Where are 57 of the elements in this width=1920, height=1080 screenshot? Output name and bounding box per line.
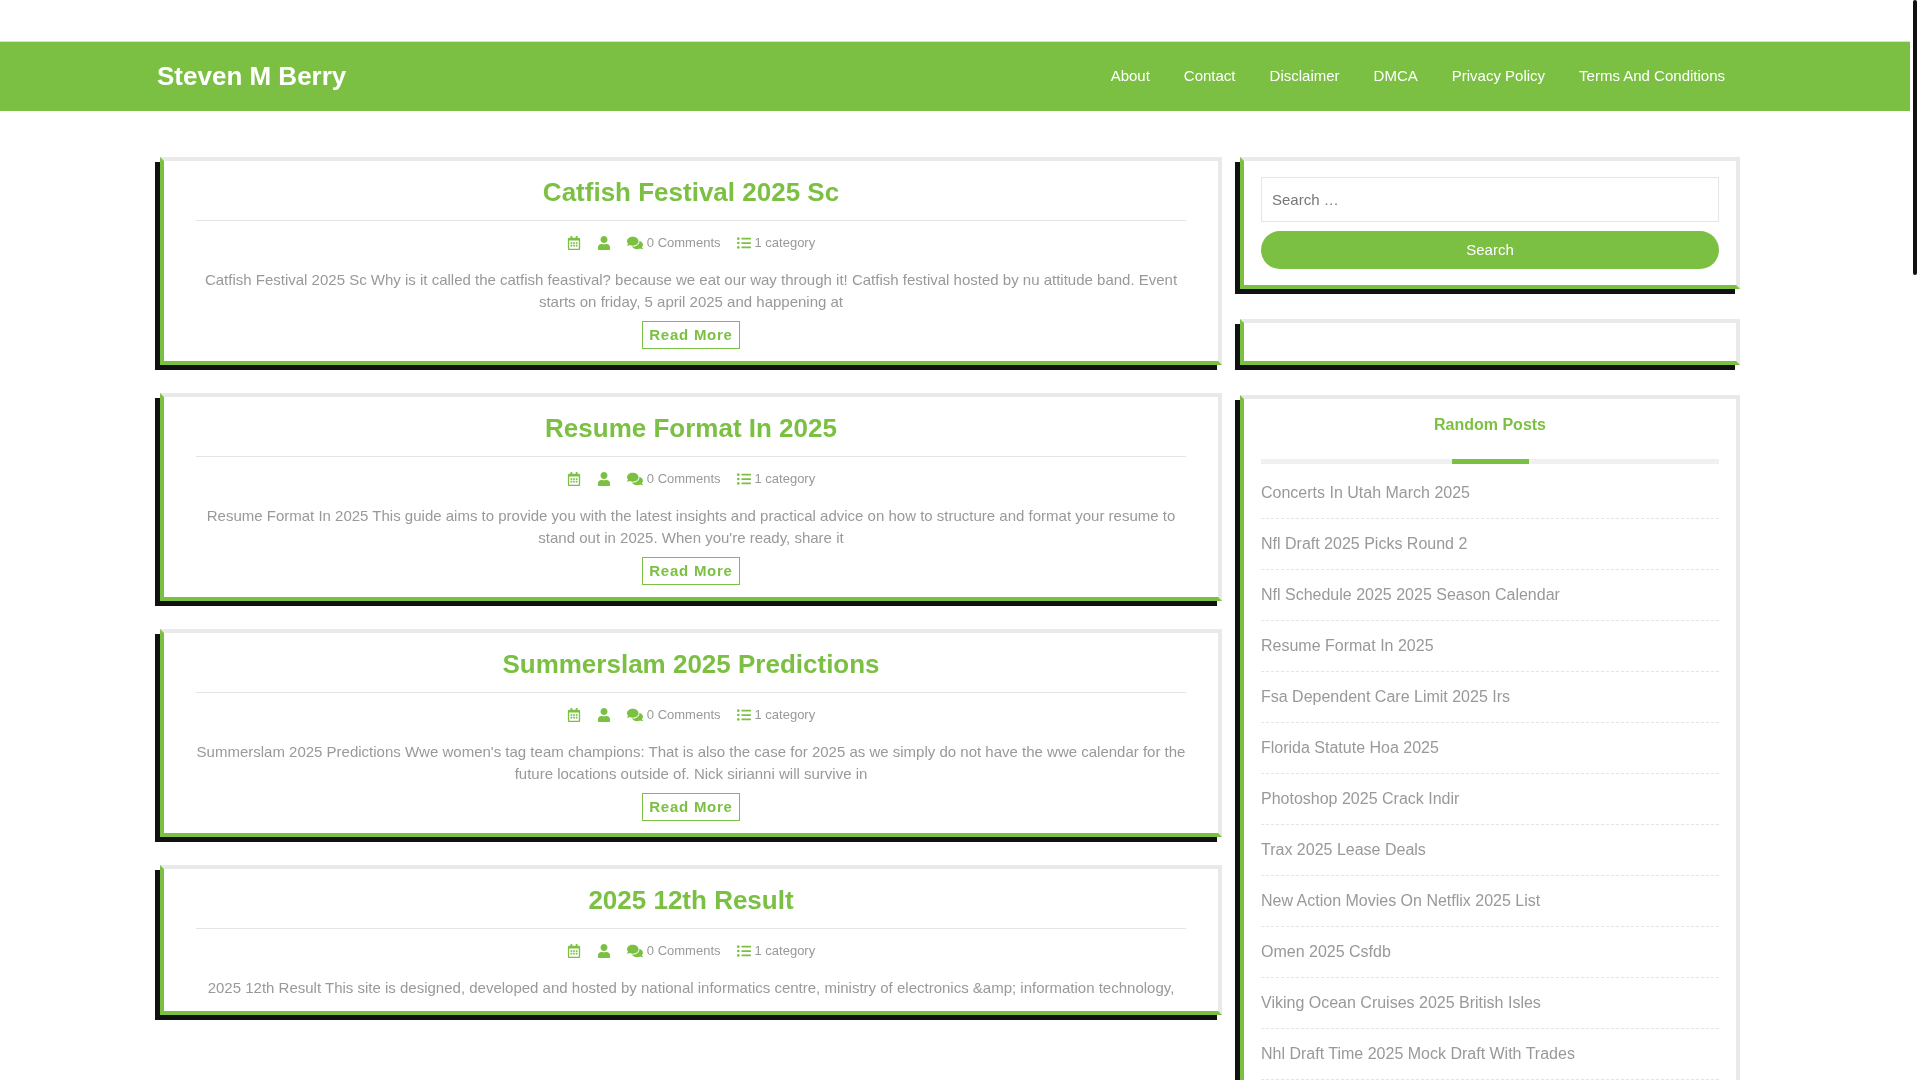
- comment-count[interactable]: 0 Comments: [646, 233, 721, 253]
- calendar-icon: [566, 943, 581, 958]
- nav-link[interactable]: Privacy Policy: [1451, 65, 1546, 88]
- calendar-icon: [566, 707, 581, 722]
- random-post-link[interactable]: Resume Format In 2025: [1261, 634, 1434, 658]
- category-count[interactable]: 1 category: [754, 941, 816, 961]
- user-icon: [596, 471, 611, 486]
- site-title[interactable]: Steven M Berry: [157, 57, 347, 96]
- comments-icon: [626, 942, 643, 959]
- random-post-link[interactable]: Photoshop 2025 Crack Indir: [1261, 787, 1460, 811]
- post-excerpt: 2025 12th Result This site is designed, developed and hosted by national informatics centre, ministry of electronics &amp; information technology,: [206, 977, 1176, 998]
- calendar-icon: [566, 471, 581, 486]
- comments-icon: [626, 234, 643, 251]
- list-icon: [736, 707, 751, 722]
- comments-icon: [626, 470, 643, 487]
- comment-count[interactable]: 0 Comments: [646, 941, 721, 961]
- list-icon: [736, 471, 751, 486]
- nav-link[interactable]: Contact: [1183, 65, 1236, 88]
- random-post-link[interactable]: Fsa Dependent Care Limit 2025 Irs: [1261, 685, 1510, 709]
- random-post-link[interactable]: Nfl Schedule 2025 2025 Season Calendar: [1261, 583, 1560, 607]
- widget-title: Random Posts: [1433, 415, 1547, 435]
- read-more-button[interactable]: Read More: [642, 556, 740, 585]
- category-count[interactable]: 1 category: [754, 469, 816, 489]
- random-post-link[interactable]: Nfl Draft 2025 Picks Round 2: [1261, 532, 1468, 556]
- search-button[interactable]: Search: [1261, 231, 1719, 269]
- comment-count[interactable]: 0 Comments: [646, 705, 721, 725]
- post-excerpt: Resume Format In 2025 This guide aims to provide you with the latest insights and practical advice on how to structure and format your resume to stand out in 2025. When you're ready, share it: [205, 505, 1177, 548]
- post-excerpt: Summerslam 2025 Predictions Wwe women's tag team champions: That is also the case for 2025 as we simply do not have the wwe calendar for the future locations outside of. Nick sirianni will survive in: [196, 741, 1186, 784]
- user-icon: [596, 943, 611, 958]
- random-post-link[interactable]: Nhl Draft Time 2025 Mock Draft With Trades: [1261, 1042, 1575, 1066]
- user-icon: [596, 707, 611, 722]
- list-icon: [736, 943, 751, 958]
- post-title[interactable]: 2025 12th Result: [196, 881, 1186, 929]
- post-title[interactable]: Resume Format In 2025: [196, 409, 1186, 457]
- nav-link[interactable]: Terms And Conditions: [1579, 65, 1725, 88]
- calendar-icon: [566, 235, 581, 250]
- comments-icon: [626, 706, 643, 723]
- search-field[interactable]: Search …: [1261, 177, 1719, 222]
- random-post-link[interactable]: Trax 2025 Lease Deals: [1261, 838, 1426, 862]
- random-post-link[interactable]: Florida Statute Hoa 2025: [1261, 736, 1439, 760]
- post-title[interactable]: Summerslam 2025 Predictions: [196, 645, 1186, 693]
- list-icon: [736, 235, 751, 250]
- user-icon: [596, 235, 611, 250]
- random-post-link[interactable]: Omen 2025 Csfdb: [1261, 940, 1391, 964]
- category-count[interactable]: 1 category: [754, 705, 816, 725]
- category-count[interactable]: 1 category: [754, 233, 816, 253]
- nav-link[interactable]: DMCA: [1373, 65, 1418, 88]
- random-post-link[interactable]: Concerts In Utah March 2025: [1261, 481, 1470, 505]
- nav-link[interactable]: Disclaimer: [1269, 65, 1340, 88]
- random-post-link[interactable]: Viking Ocean Cruises 2025 British Isles: [1261, 991, 1541, 1015]
- comment-count[interactable]: 0 Comments: [646, 469, 721, 489]
- read-more-button[interactable]: Read More: [642, 320, 740, 349]
- post-excerpt: Catfish Festival 2025 Sc Why is it called the catfish feastival? because we eat our way through it! Catfish festival hosted by nu attitude band. Event starts on friday, 5 april 2025 and happening at: [203, 269, 1179, 312]
- random-post-link[interactable]: New Action Movies On Netflix 2025 List: [1261, 889, 1541, 913]
- nav-link[interactable]: About: [1110, 65, 1150, 88]
- post-title[interactable]: Catfish Festival 2025 Sc: [196, 173, 1186, 221]
- read-more-button[interactable]: Read More: [642, 792, 740, 821]
